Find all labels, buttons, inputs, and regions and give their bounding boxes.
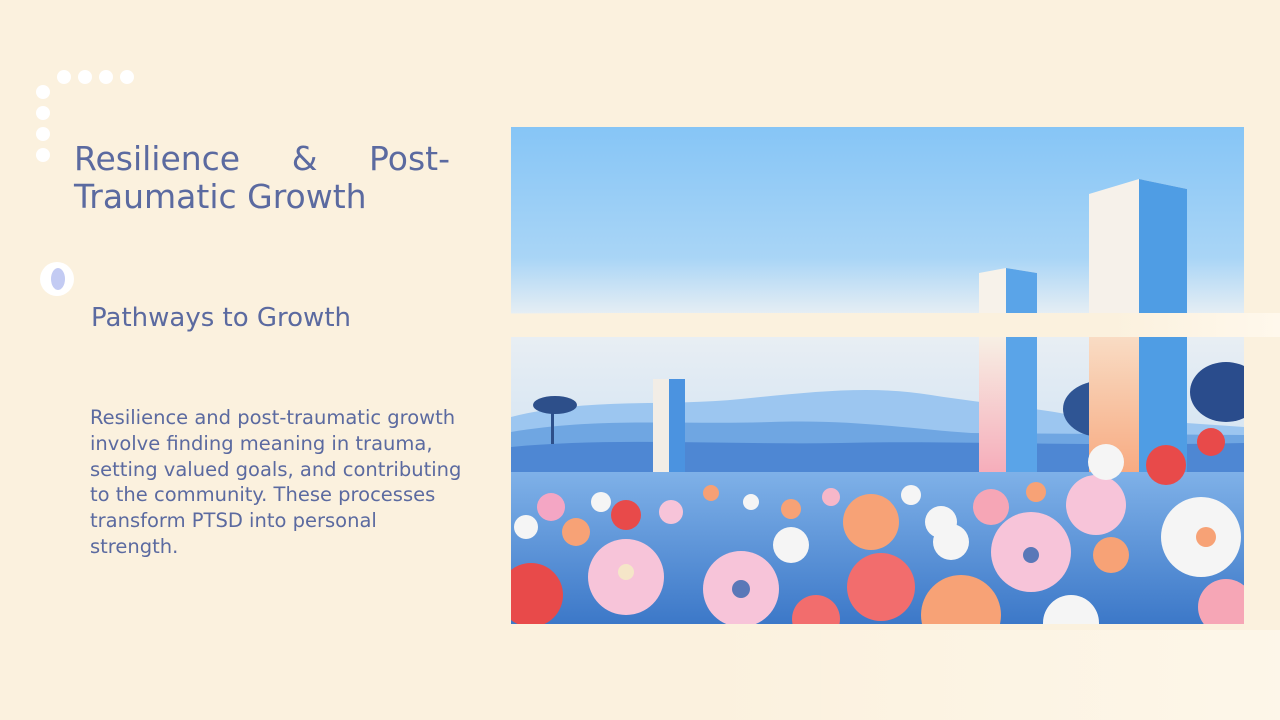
title-word: Resilience bbox=[74, 139, 241, 178]
slide-title-line1: Resilience & Post- bbox=[74, 140, 450, 178]
title-word: Post- bbox=[369, 139, 450, 178]
ring-bullet-icon bbox=[40, 262, 74, 296]
decorative-dot-icon bbox=[36, 85, 50, 99]
illustration-bottom bbox=[511, 337, 1244, 624]
decorative-dot-icon bbox=[120, 70, 134, 84]
decorative-dot-icon bbox=[36, 148, 50, 162]
body-paragraph: Resilience and post-traumatic growth inv… bbox=[90, 406, 462, 558]
decorative-dot-icon bbox=[99, 70, 113, 84]
slide-title: Resilience & Post- Traumatic Growth bbox=[74, 140, 450, 216]
section-subtitle: Pathways to Growth bbox=[91, 303, 351, 333]
illustration-top bbox=[511, 127, 1244, 314]
decorative-dot-icon bbox=[36, 106, 50, 120]
ring-bullet-inner bbox=[51, 268, 65, 290]
decorative-dot-icon bbox=[57, 70, 71, 84]
corner-glow bbox=[700, 630, 1280, 720]
slide: Resilience & Post- Traumatic Growth Path… bbox=[0, 0, 1280, 720]
decorative-dot-icon bbox=[36, 127, 50, 141]
title-word: & bbox=[291, 139, 318, 178]
slide-title-line2: Traumatic Growth bbox=[74, 177, 367, 216]
decorative-dot-icon bbox=[78, 70, 92, 84]
divider-band bbox=[445, 313, 1280, 337]
